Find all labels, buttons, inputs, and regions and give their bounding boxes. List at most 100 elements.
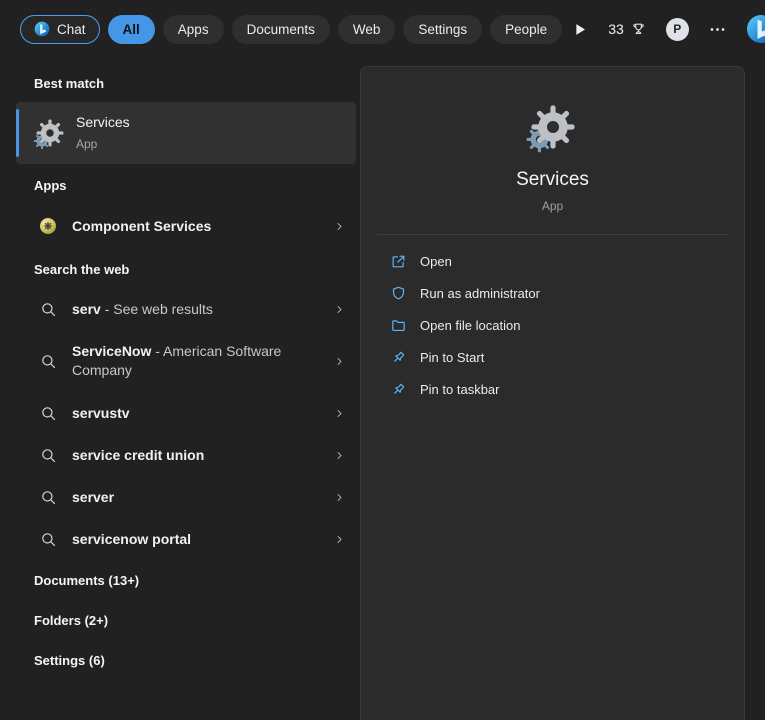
apps-heading: Apps <box>16 164 356 204</box>
search-icon <box>34 523 62 555</box>
chevron-right-icon[interactable] <box>328 303 350 316</box>
chevron-right-icon[interactable] <box>328 491 350 504</box>
action-run-as-administrator[interactable]: Run as administrator <box>375 277 730 309</box>
web-result-row[interactable]: servicenow portal <box>16 518 356 560</box>
action-label: Pin to Start <box>420 350 484 365</box>
best-match-icon-box <box>34 117 66 149</box>
web-result-text: server <box>72 488 328 507</box>
action-label: Open <box>420 254 452 269</box>
tab-all[interactable]: All <box>108 15 155 44</box>
app-label: Component Services <box>72 218 211 234</box>
play-icon[interactable] <box>570 20 589 39</box>
bing-chat-icon <box>34 21 50 37</box>
preview-header: Services App <box>375 67 730 213</box>
search-icon <box>34 397 62 429</box>
chevron-right-icon[interactable] <box>328 220 350 233</box>
ellipsis-icon <box>708 20 727 39</box>
pin-icon <box>390 349 407 366</box>
pin-icon <box>390 381 407 398</box>
chevron-right-icon[interactable] <box>328 449 350 462</box>
tab-chat[interactable]: Chat <box>20 15 100 44</box>
action-label: Open file location <box>420 318 520 333</box>
search-icon <box>34 481 62 513</box>
more-options-button[interactable] <box>708 20 727 39</box>
best-match-text: Services App <box>76 113 350 154</box>
chevron-right-icon[interactable] <box>328 407 350 420</box>
action-label: Run as administrator <box>420 286 540 301</box>
search-flyout: Chat All Apps Documents Web Settings Peo… <box>0 0 765 720</box>
trophy-icon <box>630 21 647 38</box>
avatar[interactable]: P <box>666 18 689 41</box>
section-documents[interactable]: Documents (13+) <box>16 560 356 600</box>
web-result-text: serv - See web results <box>72 300 328 319</box>
app-component-services[interactable]: Component Services <box>16 204 356 248</box>
selection-accent-bar <box>16 109 19 157</box>
search-icon <box>34 439 62 471</box>
best-match-subtitle: App <box>76 135 350 154</box>
web-result-text: service credit union <box>72 446 328 465</box>
action-pin-to-taskbar[interactable]: Pin to taskbar <box>375 373 730 405</box>
action-open[interactable]: Open <box>375 245 730 277</box>
tab-apps[interactable]: Apps <box>163 15 224 44</box>
tab-settings-label: Settings <box>418 22 467 37</box>
web-result-row[interactable]: serv - See web results <box>16 288 356 330</box>
web-result-row[interactable]: ServiceNow - American Software Company <box>16 330 356 392</box>
rewards-button[interactable]: 33 <box>608 21 647 38</box>
bing-logo-button[interactable] <box>746 14 765 44</box>
topbar-right-cluster: 33 P <box>570 14 765 44</box>
services-app-icon <box>35 118 65 148</box>
web-result-text: servicenow portal <box>72 530 328 549</box>
preview-panel: Services App Open Run as administrator <box>360 66 745 720</box>
action-label: Pin to taskbar <box>420 382 500 397</box>
search-icon <box>34 345 62 377</box>
shield-icon <box>390 285 407 302</box>
tab-apps-label: Apps <box>178 22 209 37</box>
best-match-heading: Best match <box>16 62 356 102</box>
web-result-row[interactable]: servustv <box>16 392 356 434</box>
search-icon <box>34 293 62 325</box>
section-folders[interactable]: Folders (2+) <box>16 600 356 640</box>
search-results-area: Best match Services App Apps <box>0 58 765 720</box>
query-text: ServiceNow <box>72 343 151 359</box>
web-heading: Search the web <box>16 248 356 288</box>
chevron-right-icon[interactable] <box>328 355 350 368</box>
tab-all-label: All <box>123 22 140 37</box>
web-result-text: servustv <box>72 404 328 423</box>
search-filter-bar: Chat All Apps Documents Web Settings Peo… <box>0 0 765 58</box>
tab-people-label: People <box>505 22 547 37</box>
query-text: serv <box>72 301 101 317</box>
tab-web-label: Web <box>353 22 381 37</box>
best-match-services[interactable]: Services App <box>16 102 356 164</box>
services-app-icon <box>529 103 577 151</box>
tab-documents[interactable]: Documents <box>232 15 330 44</box>
web-result-row[interactable]: server <box>16 476 356 518</box>
results-list: Best match Services App Apps <box>16 62 360 720</box>
action-open-file-location[interactable]: Open file location <box>375 309 730 341</box>
bing-icon <box>746 14 765 44</box>
section-settings[interactable]: Settings (6) <box>16 640 356 680</box>
folder-icon <box>390 317 407 334</box>
tab-documents-label: Documents <box>247 22 315 37</box>
rewards-count: 33 <box>608 21 624 37</box>
best-match-title: Services <box>76 113 350 132</box>
query-suffix: - See web results <box>101 301 213 317</box>
chevron-right-icon[interactable] <box>328 533 350 546</box>
action-pin-to-start[interactable]: Pin to Start <box>375 341 730 373</box>
tab-people[interactable]: People <box>490 15 562 44</box>
gear-icon <box>529 103 577 151</box>
tab-settings[interactable]: Settings <box>403 15 482 44</box>
app-row-text: Component Services <box>72 217 328 236</box>
gear-icon <box>35 118 65 148</box>
tab-chat-label: Chat <box>57 22 86 37</box>
query-text: servicenow portal <box>72 531 191 547</box>
preview-subtitle: App <box>542 199 563 213</box>
divider <box>377 234 728 235</box>
open-icon <box>390 253 407 270</box>
web-result-text: ServiceNow - American Software Company <box>72 342 328 380</box>
query-text: servustv <box>72 405 130 421</box>
query-text: service credit union <box>72 447 204 463</box>
query-text: server <box>72 489 114 505</box>
web-result-row[interactable]: service credit union <box>16 434 356 476</box>
tab-web[interactable]: Web <box>338 15 396 44</box>
preview-title: Services <box>516 169 589 191</box>
